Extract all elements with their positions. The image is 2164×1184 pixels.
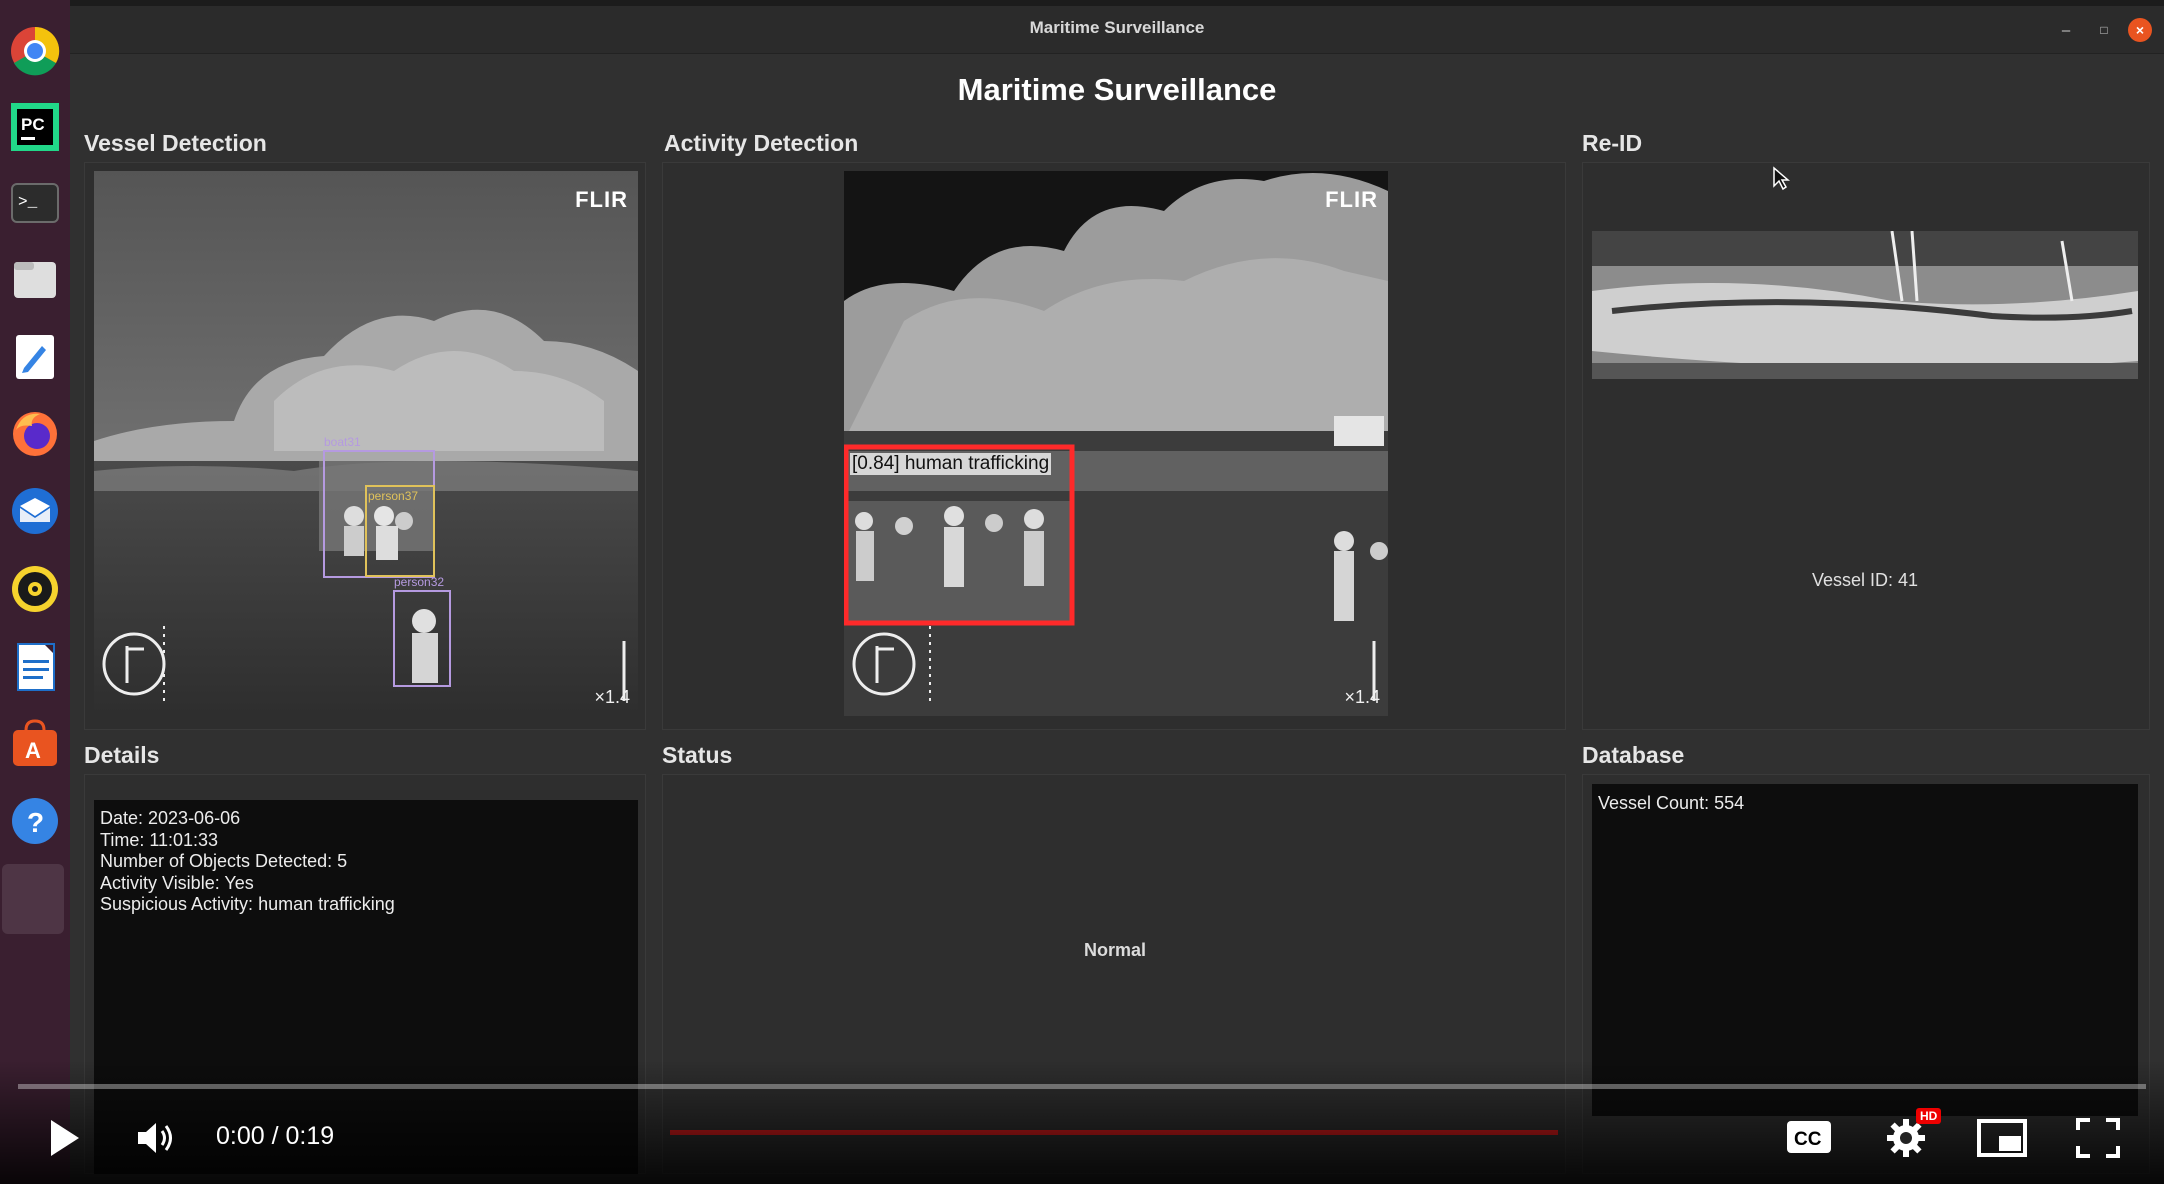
details-label: Details — [84, 742, 160, 768]
writer-icon[interactable] — [8, 640, 62, 694]
thunderbird-icon[interactable] — [8, 484, 62, 538]
hd-badge: HD — [1916, 1108, 1942, 1124]
text-editor-icon[interactable] — [8, 330, 62, 384]
files-icon[interactable] — [8, 252, 62, 306]
status-text: Normal — [1084, 940, 1147, 960]
svg-text:?: ? — [27, 807, 44, 838]
app-center-icon[interactable]: A — [8, 716, 62, 770]
chrome-icon[interactable] — [8, 24, 62, 78]
volume-button[interactable] — [132, 1114, 180, 1162]
dock-active-slot — [2, 864, 64, 934]
svg-text:A: A — [25, 738, 41, 763]
status-label: Status — [662, 742, 733, 768]
vessel-zoom-level: ×1.4 — [594, 687, 630, 707]
details-activity-visible: Activity Visible: Yes — [100, 872, 254, 893]
activity-detection-label: Activity Detection — [664, 130, 859, 156]
activity-flir-logo: FLIR — [1325, 187, 1378, 212]
app-window: Maritime Surveillance – □ × Maritime Sur… — [70, 6, 2164, 1184]
ubuntu-dock: PC >_ A ? — [0, 0, 70, 1184]
captions-button[interactable]: CC — [1786, 1116, 1832, 1158]
miniplayer-icon — [1977, 1119, 2027, 1157]
window-title: Maritime Surveillance — [1029, 18, 1205, 37]
miniplayer-button[interactable] — [1976, 1116, 2028, 1160]
vessel-flir-logo: FLIR — [575, 187, 628, 212]
fullscreen-icon — [2076, 1118, 2120, 1158]
terminal-icon[interactable]: >_ — [8, 176, 62, 230]
play-button[interactable] — [40, 1114, 88, 1162]
svg-text:CC: CC — [1794, 1129, 1822, 1150]
reid-label: Re-ID — [1582, 130, 1643, 156]
maximize-button[interactable]: □ — [2092, 18, 2116, 42]
rhythmbox-icon[interactable] — [8, 562, 62, 616]
volume-icon — [138, 1123, 172, 1153]
reid-vessel-id: Vessel ID: 41 — [1812, 570, 1919, 590]
activity-thermal-feed: FLIR ×1.4 [0.84] human trafficking — [844, 171, 1388, 716]
database-vessel-count: Vessel Count: 554 — [1598, 793, 1745, 813]
details-time: Time: 11:01:33 — [100, 829, 219, 850]
close-button[interactable]: × — [2128, 18, 2152, 42]
minimize-button[interactable]: – — [2054, 18, 2078, 42]
window-titlebar[interactable]: Maritime Surveillance – □ × — [70, 6, 2164, 54]
svg-text:>_: >_ — [18, 193, 38, 211]
vessel-thermal-feed: FLIR ×1.4 boat31 person37 person32 — [94, 171, 638, 716]
detection-label-person-37: person37 — [368, 489, 419, 503]
details-suspicious-activity: Suspicious Activity: human trafficking — [100, 894, 395, 914]
app-title: Maritime Surveillance — [957, 72, 1277, 107]
pycharm-icon[interactable]: PC — [8, 100, 62, 154]
database-label: Database — [1582, 742, 1685, 768]
pycharm-label: PC — [21, 115, 45, 134]
help-icon[interactable]: ? — [8, 794, 62, 848]
cc-icon: CC — [1787, 1121, 1831, 1153]
fullscreen-button[interactable] — [2074, 1116, 2122, 1160]
detection-label-person-32: person32 — [394, 575, 445, 589]
screen: PC >_ A ? Maritime Surveillance – □ × Ma… — [0, 0, 2164, 1184]
details-date: Date: 2023-06-06 — [100, 808, 241, 828]
video-progress-bar[interactable] — [18, 1084, 2146, 1089]
video-time: 0:00 / 0:19 — [216, 1122, 335, 1150]
play-icon — [51, 1120, 79, 1156]
detection-label-boat: boat31 — [324, 435, 361, 449]
mouse-cursor-icon — [1773, 166, 1790, 191]
activity-zoom-level: ×1.4 — [1344, 687, 1380, 707]
firefox-icon[interactable] — [8, 406, 62, 460]
details-object-count: Number of Objects Detected: 5 — [100, 851, 348, 871]
reid-vessel-crop — [1592, 231, 2138, 379]
activity-alert-label: [0.84] human trafficking — [850, 453, 1052, 475]
vessel-detection-label: Vessel Detection — [84, 130, 267, 156]
